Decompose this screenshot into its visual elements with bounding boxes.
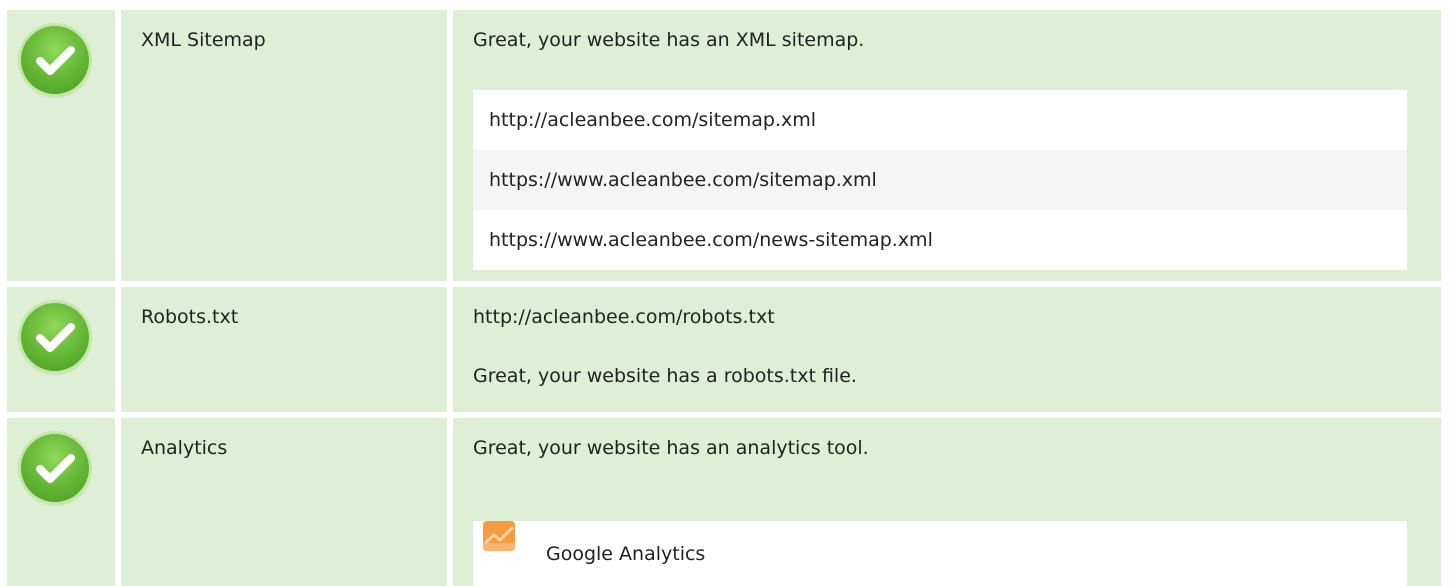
check-icon [21, 303, 89, 371]
robots-url[interactable]: http://acleanbee.com/robots.txt [473, 300, 775, 334]
status-cell [7, 10, 115, 281]
sitemap-list: http://acleanbee.com/sitemap.xml https:/… [473, 90, 1407, 270]
status-cell [7, 287, 115, 412]
check-result-cell: Great, your website has an XML sitemap. … [453, 10, 1441, 281]
check-name: Analytics [141, 437, 228, 459]
check-icon [21, 26, 89, 94]
check-icon [21, 434, 89, 502]
result-message: Great, your website has a robots.txt fil… [473, 365, 857, 387]
result-message: Great, your website has an XML sitemap. [473, 29, 865, 51]
seo-report: XML Sitemap Great, your website has an X… [0, 0, 1449, 586]
check-name: XML Sitemap [141, 29, 266, 51]
result-message: Great, your website has an analytics too… [473, 437, 869, 459]
check-name-cell: Analytics [121, 418, 447, 586]
sitemap-url[interactable]: https://www.acleanbee.com/sitemap.xml [473, 150, 1407, 210]
check-result-cell: http://acleanbee.com/robots.txt Great, y… [453, 287, 1441, 412]
check-name: Robots.txt [141, 306, 239, 328]
sitemap-url[interactable]: http://acleanbee.com/sitemap.xml [473, 90, 1407, 150]
analytics-tool-label: Google Analytics [546, 543, 706, 565]
check-result-cell: Great, your website has an analytics too… [453, 418, 1441, 586]
row-analytics: Analytics Great, your website has an ana… [7, 418, 1441, 586]
sitemap-url[interactable]: https://www.acleanbee.com/news-sitemap.x… [473, 210, 1407, 270]
google-analytics-icon [483, 521, 515, 551]
check-name-cell: Robots.txt [121, 287, 447, 412]
analytics-tool-item: Google Analytics [473, 521, 1407, 586]
status-cell [7, 418, 115, 586]
check-name-cell: XML Sitemap [121, 10, 447, 281]
row-robots-txt: Robots.txt http://acleanbee.com/robots.t… [7, 287, 1441, 412]
row-xml-sitemap: XML Sitemap Great, your website has an X… [7, 10, 1441, 281]
